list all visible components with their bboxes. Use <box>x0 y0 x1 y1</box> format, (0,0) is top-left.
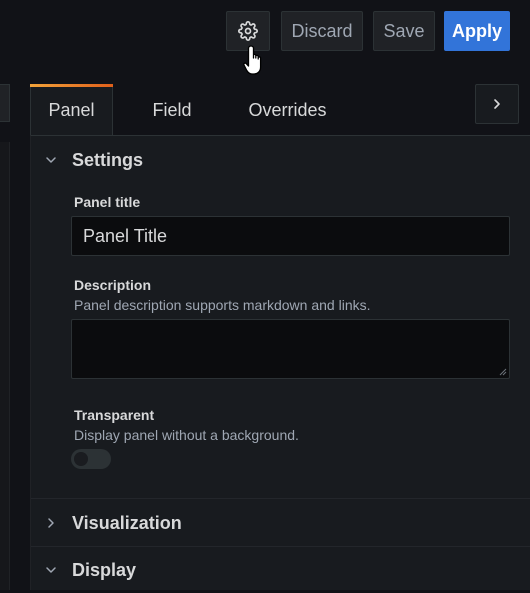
section-title: Display <box>72 559 137 580</box>
options-tabs: Panel Field Overrides <box>30 84 530 136</box>
section-settings-header[interactable]: Settings <box>31 136 530 184</box>
options-pane: Settings Panel title Description Panel d… <box>30 135 530 590</box>
apply-button[interactable]: Apply <box>444 11 510 51</box>
chevron-down-icon <box>46 567 56 573</box>
chevron-right-icon <box>494 99 500 109</box>
panel-title-label: Panel title <box>74 194 141 210</box>
discard-button[interactable]: Discard <box>281 11 363 51</box>
tab-field[interactable]: Field <box>140 84 204 136</box>
transparent-toggle[interactable] <box>71 449 111 469</box>
toggle-knob <box>74 452 88 466</box>
left-pane-edge-button <box>0 84 10 122</box>
chevron-down-icon <box>46 157 56 163</box>
section-display-header[interactable]: Display <box>31 547 530 593</box>
description-hint: Panel description supports markdown and … <box>74 297 371 313</box>
resize-grip-icon[interactable] <box>497 366 507 376</box>
chevron-right-icon <box>48 518 54 528</box>
description-label: Description <box>74 277 152 293</box>
gear-icon <box>238 21 258 41</box>
section-visualization-header[interactable]: Visualization <box>31 499 530 547</box>
description-textarea[interactable] <box>71 319 510 379</box>
transparent-hint: Display panel without a background. <box>74 427 299 443</box>
tab-panel[interactable]: Panel <box>30 84 113 136</box>
save-button[interactable]: Save <box>373 11 435 51</box>
transparent-label: Transparent <box>74 407 155 423</box>
section-title: Visualization <box>72 512 182 533</box>
left-pane-edge <box>0 142 10 590</box>
tabs-next-button[interactable] <box>475 84 519 124</box>
hand-pointer-cursor-icon <box>243 45 262 75</box>
tab-overrides[interactable]: Overrides <box>235 84 340 136</box>
section-title: Settings <box>72 149 144 170</box>
panel-title-input[interactable] <box>71 216 510 256</box>
